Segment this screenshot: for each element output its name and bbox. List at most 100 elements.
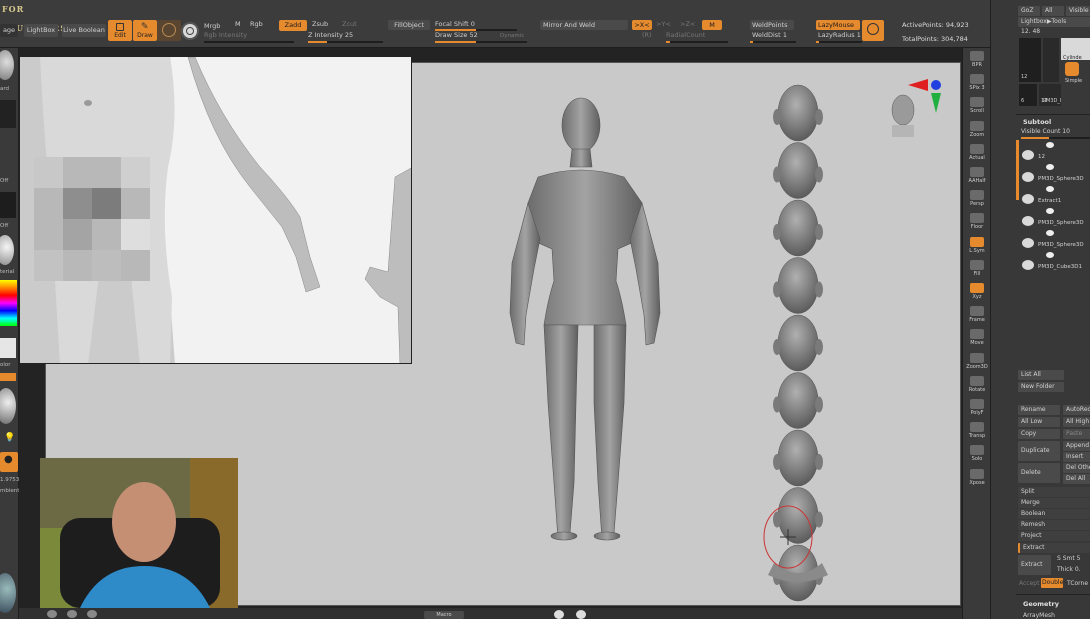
lazy-mouse-button[interactable]: LazyMouse <box>816 20 860 30</box>
visible-count-slider[interactable] <box>1021 137 1090 139</box>
image-tab[interactable]: age <box>0 24 18 37</box>
radial-count-slider[interactable] <box>666 41 728 43</box>
double-button[interactable]: Double <box>1041 578 1063 588</box>
z-intensity-readout[interactable]: Z Intensity 25 <box>308 31 353 40</box>
merge-menu[interactable]: Merge <box>1018 498 1090 508</box>
scale-mode-button[interactable] <box>181 22 199 40</box>
nav-move-button[interactable]: Move <box>966 328 988 348</box>
zadd-button[interactable]: Zadd <box>279 20 307 31</box>
nav-aahalf-button[interactable]: AAHalf <box>966 166 988 186</box>
s-smt-readout[interactable]: S Smt 5 <box>1057 555 1080 562</box>
nav-spix-3-button[interactable]: SPix 3 <box>966 73 988 93</box>
subtool-item[interactable]: PM3D_Sphere3D <box>1022 230 1090 248</box>
draw-size-slider[interactable] <box>435 41 527 43</box>
lazy-snap-button[interactable] <box>862 20 884 41</box>
m-toggle[interactable]: M <box>235 20 241 29</box>
nav-persp-button[interactable]: Persp <box>966 189 988 209</box>
light-sphere[interactable] <box>0 388 16 424</box>
subtool-visibility-eye-icon[interactable] <box>1046 186 1054 192</box>
texture-thumbnail[interactable] <box>0 192 16 218</box>
accept-button[interactable]: Accept <box>1019 580 1039 587</box>
edit-button[interactable]: Edit <box>108 20 132 41</box>
material-thumbnail[interactable] <box>0 235 14 265</box>
nav-zoom-button[interactable]: Zoom <box>966 120 988 140</box>
lightbox-tools-button[interactable]: Lightbox▶Tools <box>1018 17 1090 27</box>
zcut-button[interactable]: Zcut <box>342 20 357 29</box>
light-bulb-icon[interactable]: 💡 <box>4 433 15 443</box>
bottom-brush-1[interactable] <box>47 610 57 618</box>
stacked-head-meshes[interactable] <box>768 84 828 602</box>
subtool-item[interactable]: 12 <box>1022 142 1090 160</box>
female-base-mesh[interactable] <box>509 97 661 541</box>
tcorner-button[interactable]: TCorne <box>1067 580 1088 587</box>
nav-actual-button[interactable]: Actual <box>966 143 988 163</box>
nav-polyf-button[interactable]: PolyF <box>966 398 988 418</box>
lightbox-button[interactable]: LightBox <box>24 24 58 37</box>
rgb-intensity-slider[interactable] <box>204 41 294 43</box>
lazy-radius-readout[interactable]: LazyRadius 1 <box>818 31 861 40</box>
bottom-sphere-2[interactable] <box>576 610 586 619</box>
stroke-thumbnail[interactable] <box>0 100 16 128</box>
axis-x-button[interactable]: >X< <box>632 20 652 30</box>
orientation-gizmo[interactable] <box>891 79 941 137</box>
extract-button[interactable]: Extract <box>1018 555 1051 575</box>
split-menu[interactable]: Split <box>1018 487 1090 497</box>
zsub-button[interactable]: Zsub <box>312 20 328 29</box>
list-all-button[interactable]: List All <box>1018 370 1064 380</box>
nav-fill-button[interactable]: Fill <box>966 259 988 279</box>
subtool-item[interactable]: PM3D_Sphere3D <box>1022 164 1090 182</box>
color-picker[interactable] <box>0 280 17 326</box>
stacked-head[interactable] <box>777 429 819 487</box>
subtool-visibility-eye-icon[interactable] <box>1046 208 1054 214</box>
delete-button[interactable]: Delete <box>1018 463 1060 483</box>
all-low-button[interactable]: All Low <box>1018 417 1060 427</box>
copy-button[interactable]: Copy <box>1018 429 1060 439</box>
paste-button[interactable]: Paste <box>1063 429 1090 439</box>
subtool-visibility-eye-icon[interactable] <box>1046 230 1054 236</box>
bottom-brush-2[interactable] <box>67 610 77 618</box>
stacked-head[interactable] <box>777 84 819 142</box>
arraymesh-header[interactable]: ArrayMesh <box>1023 612 1055 619</box>
material-preview-sphere[interactable] <box>0 573 16 613</box>
z-intensity-slider[interactable] <box>308 41 383 43</box>
brush-thumbnail[interactable] <box>0 50 14 80</box>
auto-reorder-button[interactable]: AutoReo <box>1063 405 1090 415</box>
nav-scroll-button[interactable]: Scroll <box>966 96 988 116</box>
axis-y-button[interactable]: >Y< <box>656 20 671 29</box>
fill-object-button[interactable]: FillObject <box>388 20 430 30</box>
nav-frame-button[interactable]: Frame <box>966 305 988 325</box>
bottom-brush-3[interactable] <box>87 610 97 618</box>
nav-rotate-button[interactable]: Rotate <box>966 375 988 395</box>
reference-image-overlay[interactable] <box>19 56 412 364</box>
nav-zoom3d-button[interactable]: Zoom3D <box>966 352 988 372</box>
subtool-visibility-eye-icon[interactable] <box>1046 164 1054 170</box>
new-folder-button[interactable]: New Folder <box>1018 382 1064 392</box>
insert-button[interactable]: Insert <box>1063 452 1090 462</box>
bottom-sphere-1[interactable] <box>554 610 564 619</box>
nav-xyz-button[interactable]: Xyz <box>966 282 988 302</box>
geometry-header[interactable]: Geometry <box>1023 600 1059 608</box>
nav-xpose-button[interactable]: Xpose <box>966 468 988 488</box>
weld-dist-slider[interactable] <box>750 41 796 43</box>
subtool-scrollbar[interactable] <box>1016 140 1019 200</box>
duplicate-button[interactable]: Duplicate <box>1018 441 1060 461</box>
lazy-radius-slider[interactable] <box>816 41 862 43</box>
stacked-head[interactable] <box>777 372 819 429</box>
subtool-visibility-eye-icon[interactable] <box>1046 142 1054 148</box>
live-boolean-button[interactable]: Live Boolean <box>62 24 106 37</box>
tool-thumb-2[interactable] <box>1043 38 1059 82</box>
subtool-item[interactable]: Extract1 <box>1022 186 1090 204</box>
rgb-toggle[interactable]: Rgb <box>250 20 263 29</box>
move-mode-button[interactable] <box>157 20 181 41</box>
append-button[interactable]: Append <box>1063 441 1090 451</box>
stacked-head[interactable] <box>777 257 819 314</box>
nav-solo-button[interactable]: Solo <box>966 444 988 464</box>
dynamic-toggle[interactable]: Dynamic <box>500 32 524 41</box>
all-high-button[interactable]: All High <box>1063 417 1090 427</box>
secondary-color-swatch[interactable] <box>0 373 16 381</box>
extract-menu[interactable]: Extract <box>1018 543 1090 553</box>
remesh-menu[interactable]: Remesh <box>1018 520 1090 530</box>
nav-bpr-button[interactable]: BPR <box>966 50 988 70</box>
simple-brush-icon[interactable] <box>1065 62 1079 76</box>
project-menu[interactable]: Project <box>1018 531 1090 541</box>
